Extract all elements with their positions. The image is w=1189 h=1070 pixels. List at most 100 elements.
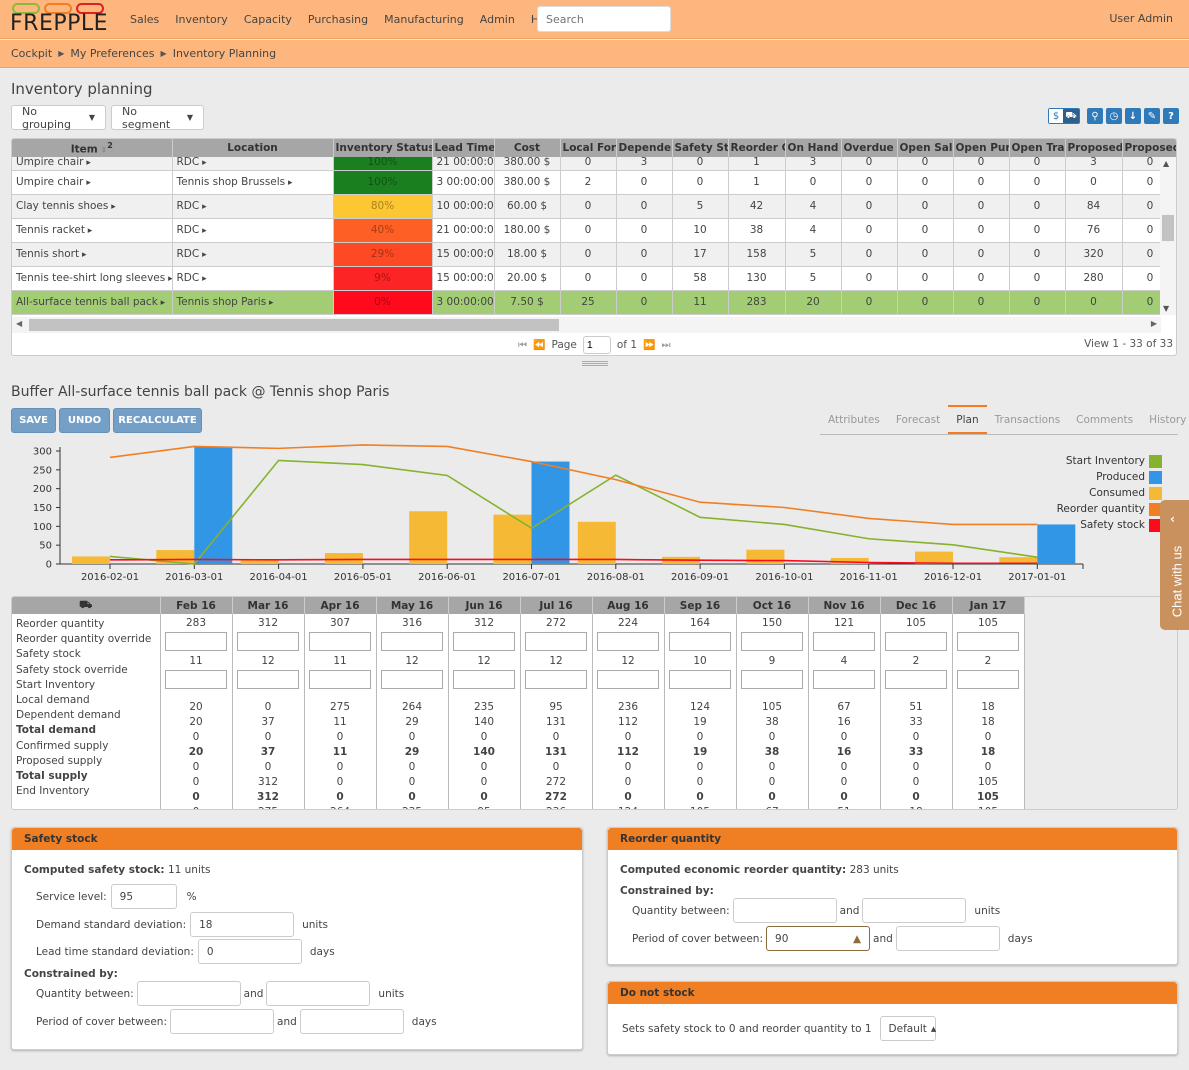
tab-transactions[interactable]: Transactions: [987, 405, 1069, 434]
segment-dropdown[interactable]: No segment ▼: [111, 105, 204, 131]
scroll-left-icon[interactable]: ◀: [16, 319, 22, 328]
override-input[interactable]: [669, 632, 731, 651]
table-row[interactable]: Clay tennis shoes ▸ RDC ▸ 80% 10 00:00:00 60…: [12, 194, 1176, 219]
table-row[interactable]: All-surface tennis ball pack ▸ Tennis sho…: [12, 290, 1176, 315]
wrench-icon[interactable]: ✎: [1144, 108, 1160, 124]
recalculate-button[interactable]: RECALCULATE: [113, 408, 202, 433]
vertical-scroll-thumb[interactable]: [1162, 215, 1174, 241]
item-cell[interactable]: Clay tennis shoes ▸: [12, 194, 173, 219]
item-cell[interactable]: Umpire chair ▸: [12, 170, 173, 195]
column-header[interactable]: Proposed: [1122, 139, 1176, 157]
override-input[interactable]: [885, 632, 947, 651]
override-input[interactable]: [885, 670, 947, 689]
drilldown-arrow-icon[interactable]: ▸: [83, 158, 91, 168]
breadcrumb-cockpit[interactable]: Cockpit: [11, 47, 52, 60]
sort-icon[interactable]: ⇕: [98, 145, 107, 154]
horizontal-scrollbar[interactable]: ◀ ▶: [12, 317, 1161, 333]
item-cell[interactable]: Tennis racket ▸: [12, 218, 173, 243]
help-icon[interactable]: ?: [1163, 108, 1179, 124]
location-cell[interactable]: Tennis shop Brussels ▸: [172, 170, 334, 195]
column-header[interactable]: On Hand: [785, 139, 842, 157]
drilldown-arrow-icon[interactable]: ▸: [158, 298, 166, 308]
override-input[interactable]: [669, 670, 731, 689]
currency-quantity-toggle[interactable]: $ ⛟: [1048, 108, 1080, 124]
lead-time-sd-input[interactable]: 0: [197, 939, 302, 964]
override-input[interactable]: [813, 632, 875, 651]
reorder-quantity-min-input[interactable]: [732, 898, 837, 923]
drilldown-arrow-icon[interactable]: ▸: [85, 226, 93, 236]
override-input[interactable]: [453, 632, 515, 651]
truck-icon[interactable]: ⛟: [1063, 109, 1079, 123]
table-row[interactable]: Umpire chair ▸ Tennis shop Brussels ▸ 100%…: [12, 170, 1176, 195]
column-header[interactable]: Item ⇕2: [12, 139, 173, 157]
safety-cover-max-input[interactable]: [299, 1009, 404, 1034]
location-cell[interactable]: RDC ▸: [172, 157, 334, 171]
frepple-logo[interactable]: FREPPLE: [10, 3, 110, 37]
column-header[interactable]: Proposed: [1065, 139, 1123, 157]
legend-item[interactable]: Start Inventory: [1057, 453, 1162, 469]
column-header[interactable]: Inventory Status ⇕: [333, 139, 433, 157]
drilldown-arrow-icon[interactable]: ▸: [199, 158, 207, 168]
legend-item[interactable]: Consumed: [1057, 485, 1162, 501]
location-cell[interactable]: Tennis shop Paris ▸: [172, 290, 334, 315]
override-input[interactable]: [165, 670, 227, 689]
safety-quantity-min-input[interactable]: [136, 981, 241, 1006]
column-header[interactable]: Cost: [494, 139, 561, 157]
tab-attributes[interactable]: Attributes: [820, 405, 888, 434]
menu-inventory[interactable]: Inventory: [167, 13, 236, 26]
reorder-quantity-max-input[interactable]: [862, 898, 967, 923]
reorder-cover-max-input[interactable]: [895, 926, 1000, 951]
override-input[interactable]: [165, 632, 227, 651]
last-page-icon[interactable]: ⏭: [661, 340, 670, 351]
download-icon[interactable]: ↓: [1125, 108, 1141, 124]
item-cell[interactable]: Tennis tee-shirt long sleeves ▸: [12, 266, 173, 291]
item-cell[interactable]: Tennis short ▸: [12, 242, 173, 267]
clock-icon[interactable]: ◷: [1106, 108, 1122, 124]
safety-cover-min-input[interactable]: [170, 1009, 275, 1034]
menu-capacity[interactable]: Capacity: [236, 13, 300, 26]
breadcrumb-inventory-planning[interactable]: Inventory Planning: [173, 47, 276, 60]
do-not-stock-dropdown[interactable]: Default ▲: [879, 1016, 936, 1041]
column-header[interactable]: Overdue S: [841, 139, 898, 157]
override-input[interactable]: [957, 632, 1019, 651]
previous-page-icon[interactable]: ⏪: [533, 340, 545, 351]
override-input[interactable]: [309, 670, 371, 689]
override-input[interactable]: [741, 632, 803, 651]
drilldown-arrow-icon[interactable]: ▸: [266, 298, 274, 308]
table-row[interactable]: Umpire chair ▸ RDC ▸ 100% 21 00:00:00 380.00…: [12, 157, 1176, 171]
tab-plan[interactable]: Plan: [948, 405, 987, 434]
column-header[interactable]: Open Trai: [1009, 139, 1066, 157]
horizontal-scroll-thumb[interactable]: [29, 319, 559, 331]
menu-admin[interactable]: Admin: [472, 13, 523, 26]
page-number-input[interactable]: [582, 336, 611, 354]
breadcrumb-my-preferences[interactable]: My Preferences: [70, 47, 154, 60]
override-input[interactable]: [525, 670, 587, 689]
table-row[interactable]: Tennis short ▸ RDC ▸ 29% 15 00:00:00 18.00 $…: [12, 242, 1176, 267]
demand-sd-input[interactable]: 18: [190, 912, 295, 937]
search-input[interactable]: [537, 6, 671, 32]
override-input[interactable]: [957, 670, 1019, 689]
next-page-icon[interactable]: ⏩: [643, 340, 655, 351]
item-cell[interactable]: All-surface tennis ball pack ▸: [12, 290, 173, 315]
scroll-up-icon[interactable]: ▲: [1163, 159, 1169, 168]
tab-forecast[interactable]: Forecast: [888, 405, 948, 434]
panel-resize-handle[interactable]: [582, 361, 608, 366]
currency-toggle[interactable]: $: [1049, 109, 1063, 123]
save-button[interactable]: SAVE: [11, 408, 56, 433]
legend-item[interactable]: Safety stock: [1057, 517, 1162, 533]
menu-manufacturing[interactable]: Manufacturing: [376, 13, 472, 26]
scroll-down-icon[interactable]: ▼: [1163, 304, 1169, 313]
override-input[interactable]: [237, 670, 299, 689]
first-page-icon[interactable]: ⏮: [518, 340, 527, 351]
drilldown-arrow-icon[interactable]: ▸: [83, 178, 91, 188]
menu-purchasing[interactable]: Purchasing: [300, 13, 376, 26]
legend-item[interactable]: Produced: [1057, 469, 1162, 485]
column-header[interactable]: Open Sale: [897, 139, 954, 157]
override-input[interactable]: [525, 632, 587, 651]
override-input[interactable]: [597, 670, 659, 689]
legend-item[interactable]: Reorder quantity: [1057, 501, 1162, 517]
table-row[interactable]: Tennis racket ▸ RDC ▸ 40% 21 00:00:00 180.00…: [12, 218, 1176, 243]
vertical-scrollbar[interactable]: ▲ ▼: [1160, 157, 1176, 315]
tab-comments[interactable]: Comments: [1068, 405, 1141, 434]
override-input[interactable]: [237, 632, 299, 651]
